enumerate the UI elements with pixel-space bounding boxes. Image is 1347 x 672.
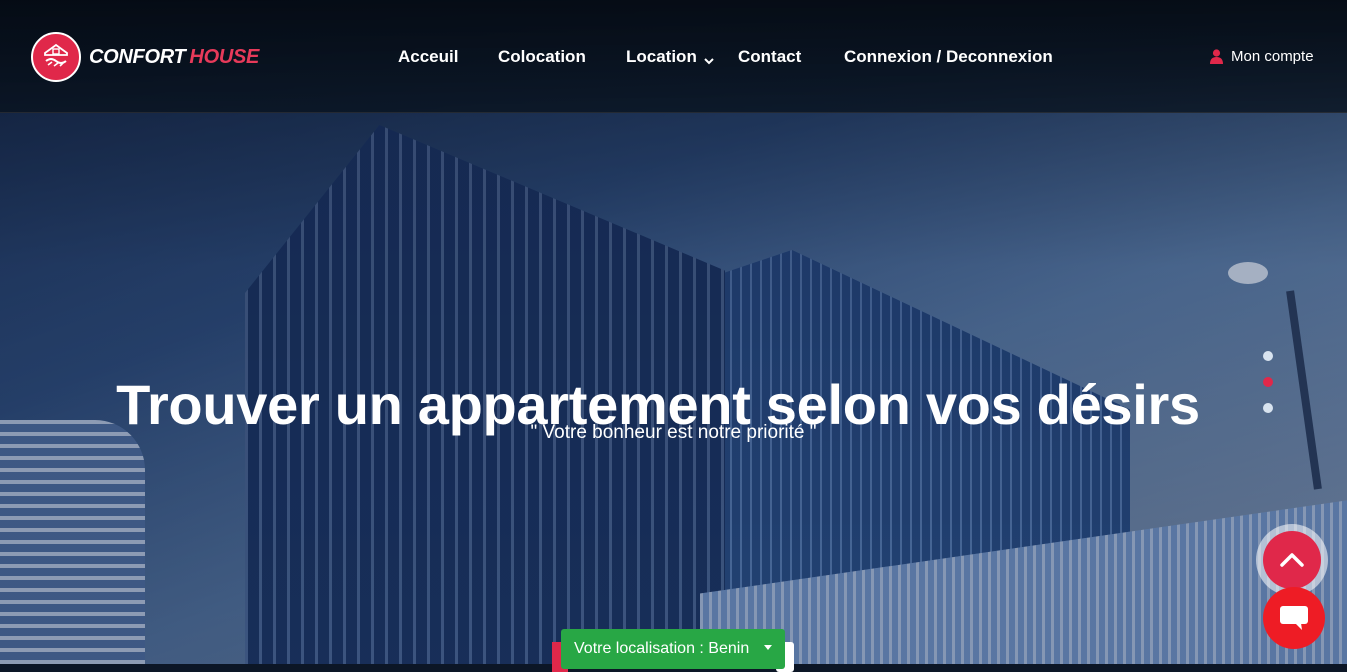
slider-dot-2-active[interactable] [1263,377,1273,387]
caret-down-icon [764,645,772,650]
chat-button[interactable] [1263,587,1325,649]
location-dropdown-button[interactable]: Votre localisation : Benin [561,629,785,669]
account-label: Mon compte [1231,48,1314,65]
slider-dot-3[interactable] [1263,403,1273,413]
hero-subtitle: " Votre bonheur est notre priorité " [530,422,817,443]
user-icon [1210,49,1223,64]
nav-item-acceuil[interactable]: Acceuil [398,47,458,67]
brand-name: CONFORT HOUSE [89,46,259,69]
nav-item-colocation[interactable]: Colocation [498,47,586,67]
slider-dot-1[interactable] [1263,351,1273,361]
nav-item-contact[interactable]: Contact [738,47,801,67]
location-dropdown-label: Votre localisation : Benin [574,640,750,657]
chat-bubble-icon [1280,606,1308,630]
nav-item-location[interactable]: Location [626,47,697,67]
account-link[interactable]: Mon compte [1210,48,1314,65]
brand-name-part2: HOUSE [189,45,260,68]
brand-logo-link[interactable]: CONFORT HOUSE [31,32,259,82]
chevron-up-icon [1280,553,1304,567]
scroll-to-top-button[interactable] [1263,531,1321,589]
navbar: CONFORT HOUSE Acceuil Colocation Location… [0,0,1347,113]
chevron-down-icon[interactable] [704,53,714,65]
logo-icon [31,32,81,82]
nav-item-connexion[interactable]: Connexion / Deconnexion [844,47,1053,67]
brand-name-part1: CONFORT [89,45,186,68]
